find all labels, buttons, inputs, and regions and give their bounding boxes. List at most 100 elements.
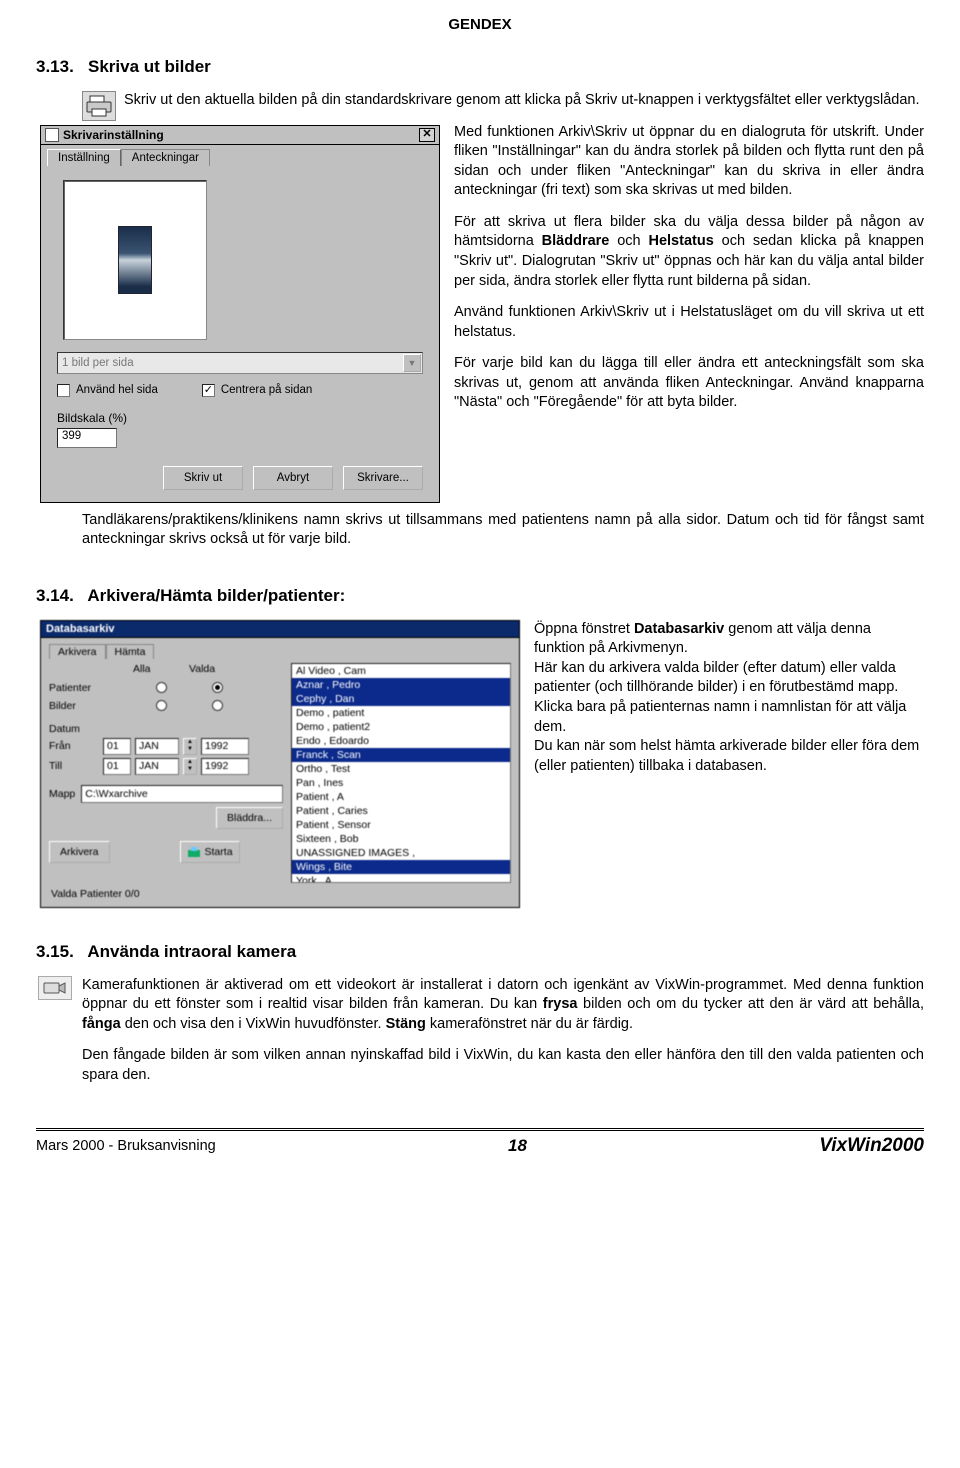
list-item[interactable]: Patient , Sensor [292,818,510,832]
s314-a: Öppna fönstret [534,621,634,637]
from-year[interactable]: 1992 [201,738,249,755]
dialog2-titlebar: Databasarkiv [40,620,520,638]
cancel-button[interactable]: Avbryt [253,466,333,490]
list-item[interactable]: Patient , A [292,790,510,804]
section-313-num: 3.13. [36,57,74,76]
section-315-p2: Den fångade bilden är som vilken annan n… [82,1046,924,1085]
database-archive-dialog: Databasarkiv ArkiveraHämta Alla Valda Pa… [40,620,520,908]
start-button[interactable]: Starta [180,841,240,863]
tab-installning[interactable]: Inställning [47,149,121,166]
col-valda: Valda [189,663,245,675]
list-item[interactable]: Cephy , Dan [292,692,510,706]
use-whole-page-checkbox[interactable] [57,384,70,397]
section-313-p6: Tandläkarens/praktikens/klinikens namn s… [82,511,924,550]
list-item[interactable]: UNASSIGNED IMAGES , [292,846,510,860]
section-315-heading: 3.15. Använda intraoral kamera [36,942,924,962]
to-month[interactable]: JAN [135,758,179,775]
to-day[interactable]: 01 [103,758,131,775]
printer-icon [82,91,116,121]
print-preview [63,180,207,340]
list-item[interactable]: Demo , patient [292,706,510,720]
p3-bold1: Bläddrare [542,233,610,249]
list-item[interactable]: Sixteen , Bob [292,832,510,846]
preview-image [118,226,152,294]
list-item[interactable]: Al Video , Cam [292,664,510,678]
page-number: 18 [508,1136,527,1156]
section-315-p1: Kamerafunktionen är aktiverad om ett vid… [82,976,924,1035]
datum-label: Datum [49,723,283,735]
p315-b1: frysa [543,996,578,1012]
mapp-label: Mapp [49,788,75,800]
dialog1-tabstrip: InställningAnteckningar [40,145,440,166]
scale-label: Bildskala (%) [57,411,423,425]
patienter-alla-radio[interactable] [156,682,167,693]
row-patienter-label: Patienter [49,682,133,694]
from-day[interactable]: 01 [103,738,131,755]
combo-value: 1 bild per sida [62,357,134,369]
list-item[interactable]: Franck , Scan [292,748,510,762]
col-alla: Alla [133,663,189,675]
s314-b: genom att välja denna funktion på Arkivm… [534,621,919,774]
dialog1-close-button[interactable]: ✕ [419,128,435,142]
center-on-page-checkbox[interactable]: ✓ [202,384,215,397]
section-314-heading: 3.14. Arkivera/Hämta bilder/patienter: [36,586,924,606]
tab-hamta[interactable]: Hämta [106,644,155,659]
row-bilder-label: Bilder [49,700,133,712]
archive-button[interactable]: Arkivera [49,841,110,863]
bilder-valda-radio[interactable] [212,700,223,711]
printer-button[interactable]: Skrivare... [343,466,423,490]
list-item[interactable]: Ortho , Test [292,762,510,776]
scale-input[interactable]: 399 [57,428,117,448]
patient-listbox[interactable]: Al Video , CamAznar , PedroCephy , DanDe… [291,663,511,883]
tab-arkivera[interactable]: Arkivera [49,644,106,659]
p3-mid: och [609,233,648,249]
tab-anteckningar[interactable]: Anteckningar [121,149,210,166]
footer-left: Mars 2000 - Bruksanvisning [36,1138,216,1154]
section-315-title: Använda intraoral kamera [87,942,296,961]
to-spinner[interactable]: ▲▼ [183,758,197,775]
footer-divider [36,1128,924,1131]
from-label: Från [49,740,99,752]
product-name: VixWin2000 [819,1135,924,1157]
list-item[interactable]: Endo , Edoardo [292,734,510,748]
header-company: GENDEX [36,16,924,33]
section-313-heading: 3.13. Skriva ut bilder [36,57,924,77]
print-settings-dialog: Skrivarinställning ✕ InställningAnteckni… [40,125,440,503]
mapp-input[interactable]: C:\Wxarchive [81,785,283,803]
from-spinner[interactable]: ▲▼ [183,738,197,755]
p315-b3: Stäng [386,1016,426,1032]
list-item[interactable]: Aznar , Pedro [292,678,510,692]
p315-b2: fånga [82,1016,121,1032]
to-year[interactable]: 1992 [201,758,249,775]
p315e: kamerafönstret när du är färdig. [426,1016,633,1032]
from-month[interactable]: JAN [135,738,179,755]
chevron-down-icon[interactable]: ▼ [403,354,421,372]
images-per-page-combo[interactable]: 1 bild per sida ▼ [57,352,423,374]
list-item[interactable]: Patient , Caries [292,804,510,818]
list-item[interactable]: Wings , Bite [292,860,510,874]
print-button[interactable]: Skriv ut [163,466,243,490]
camera-icon [38,976,72,1000]
bilder-alla-radio[interactable] [156,700,167,711]
patienter-valda-radio[interactable] [212,682,223,693]
page-footer: Mars 2000 - Bruksanvisning 18 VixWin2000 [36,1135,924,1157]
dialog1-app-icon [45,128,59,142]
section-314-text: Öppna fönstret Databasarkiv genom att vä… [534,620,924,777]
s314-bold: Databasarkiv [634,621,724,637]
section-315-num: 3.15. [36,942,74,961]
dialog1-titlebar: Skrivarinställning ✕ [40,125,440,145]
section-313-p1: Skriv ut den aktuella bilden på din stan… [82,91,924,111]
list-item[interactable]: Pan , Ines [292,776,510,790]
start-button-label: Starta [205,846,233,858]
section-313-title: Skriva ut bilder [88,57,211,76]
to-label: Till [49,760,99,772]
use-whole-page-label: Använd hel sida [76,384,158,396]
section-314-num: 3.14. [36,586,74,605]
dialog1-title: Skrivarinställning [63,128,164,142]
center-on-page-label: Centrera på sidan [221,384,312,396]
list-item[interactable]: Demo , patient2 [292,720,510,734]
list-item[interactable]: York , A [292,874,510,883]
p315c: bilden och om du tycker att den är värd … [577,996,924,1012]
section-314-title: Arkivera/Hämta bilder/patienter: [87,586,345,605]
browse-button[interactable]: Bläddra... [216,807,283,829]
